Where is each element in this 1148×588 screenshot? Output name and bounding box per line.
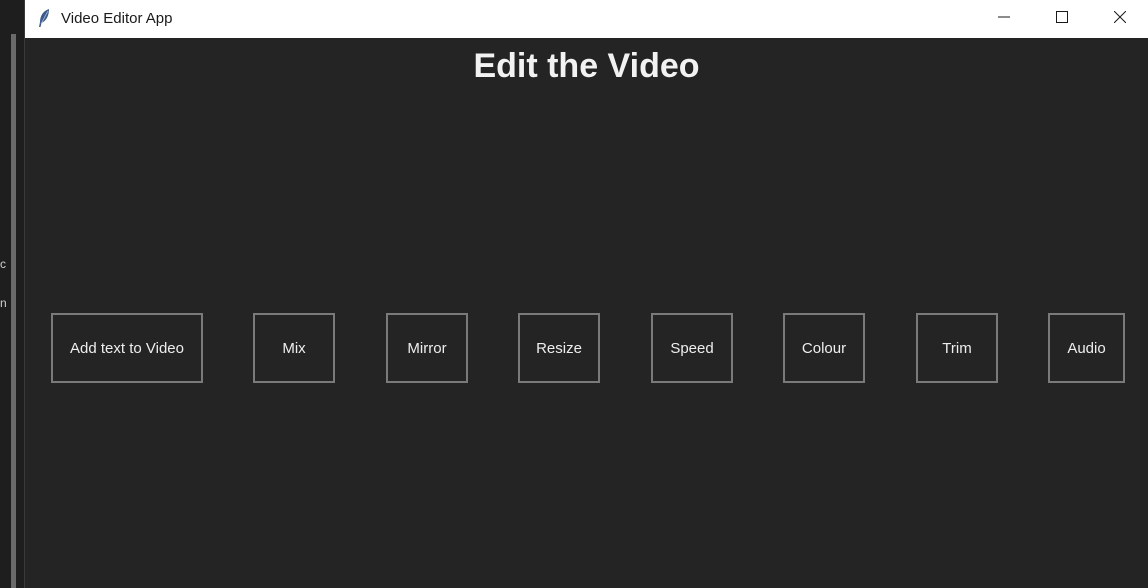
- minimize-icon: [998, 10, 1010, 28]
- background-text: c: [0, 257, 6, 271]
- close-button[interactable]: [1097, 0, 1143, 38]
- mirror-button[interactable]: Mirror: [386, 313, 468, 383]
- close-icon: [1113, 10, 1127, 28]
- background-text: n: [0, 296, 7, 310]
- speed-button[interactable]: Speed: [651, 313, 733, 383]
- desktop: c n Video Editor App Edit the Video Add …: [0, 0, 1148, 588]
- minimize-button[interactable]: [981, 0, 1027, 38]
- maximize-button[interactable]: [1039, 0, 1085, 38]
- maximize-icon: [1056, 10, 1068, 28]
- trim-button[interactable]: Trim: [916, 313, 998, 383]
- page-title: Edit the Video: [473, 47, 700, 85]
- title-bar[interactable]: Video Editor App: [25, 0, 1148, 38]
- background-scrollbar[interactable]: [11, 34, 16, 588]
- resize-button[interactable]: Resize: [518, 313, 600, 383]
- add-text-button[interactable]: Add text to Video: [51, 313, 203, 383]
- feather-icon: [37, 8, 51, 28]
- edit-tools-row: Add text to Video Mix Mirror Resize Spee…: [25, 313, 1148, 383]
- window-title: Video Editor App: [61, 10, 173, 27]
- background-window: c n: [0, 0, 24, 588]
- audio-button[interactable]: Audio: [1048, 313, 1125, 383]
- colour-button[interactable]: Colour: [783, 313, 865, 383]
- mix-button[interactable]: Mix: [253, 313, 335, 383]
- app-window: Video Editor App Edit the Video Add text…: [24, 0, 1148, 588]
